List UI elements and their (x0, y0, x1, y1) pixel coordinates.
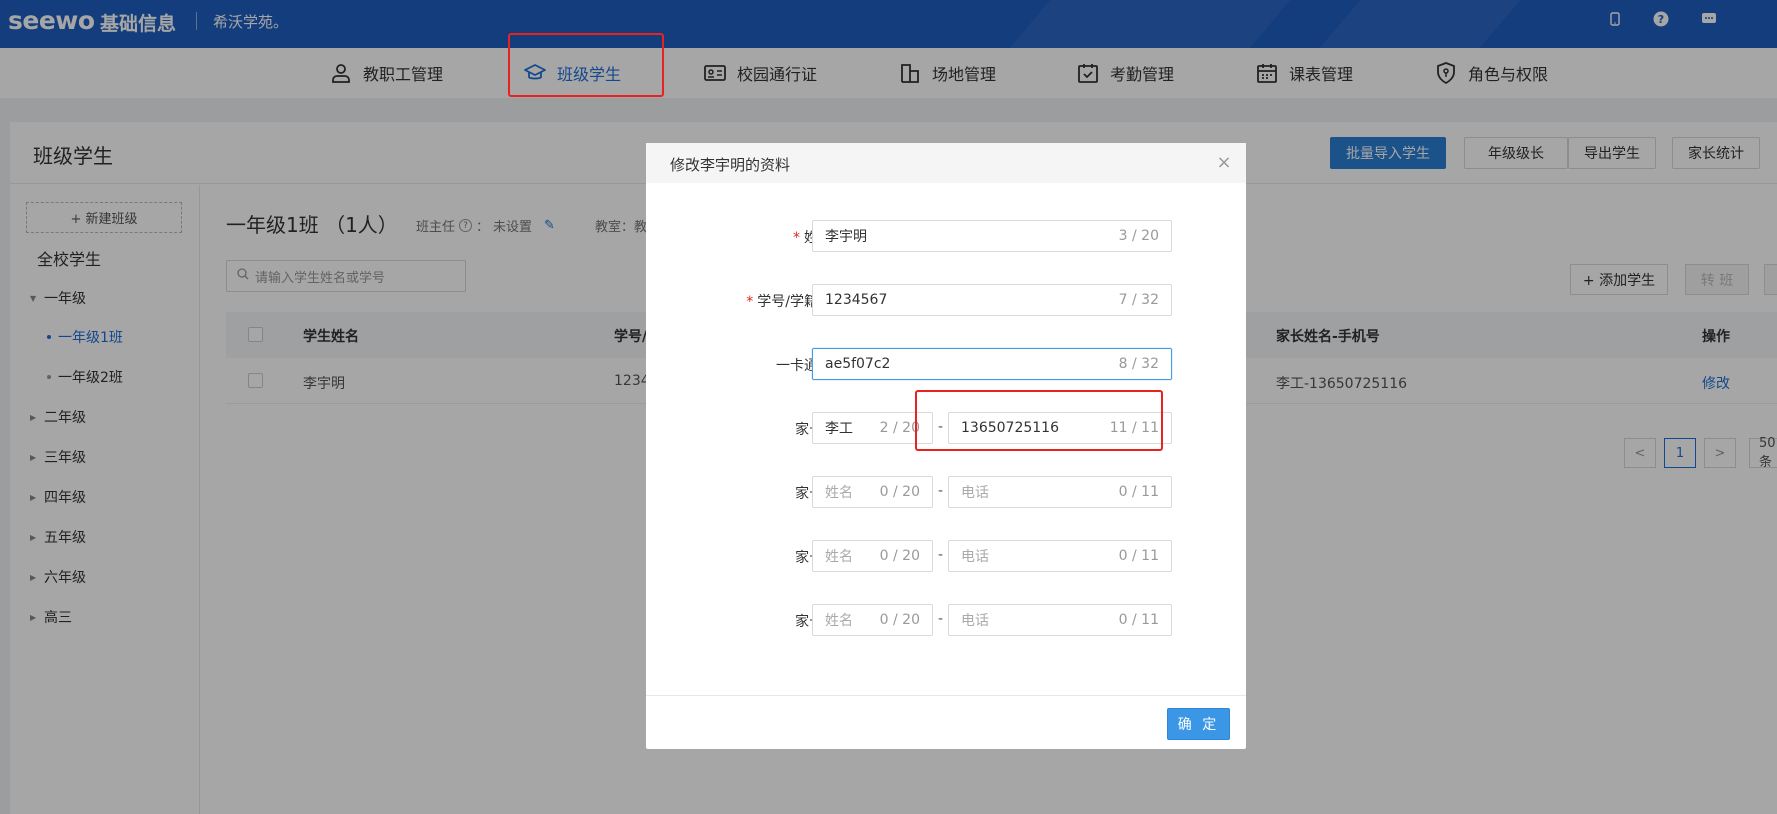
dialog-title: 修改李宇明的资料 (670, 156, 791, 174)
char-count: 0 / 11 (1118, 548, 1159, 564)
name-input[interactable]: 李宇明 3 / 20 (812, 220, 1172, 252)
input-value: 1234567 (825, 292, 888, 308)
parent-2-phone-input[interactable]: 电话 0 / 11 (948, 476, 1172, 508)
input-value: 李宇明 (825, 229, 867, 245)
required-mark: * (793, 230, 800, 246)
char-count: 7 / 32 (1118, 292, 1159, 308)
required-mark: * (746, 294, 754, 310)
separator: - (938, 483, 944, 499)
parent-2-name-input[interactable]: 姓名 0 / 20 (812, 476, 933, 508)
separator: - (938, 611, 944, 627)
parent-4-phone-input[interactable]: 电话 0 / 11 (948, 604, 1172, 636)
edit-student-dialog: 修改李宇明的资料 × *姓名： 李宇明 3 / 20 *学号/学籍号： 1234… (646, 143, 1246, 749)
input-placeholder: 姓名 (825, 613, 853, 629)
card-number-input[interactable]: ae5f07c2 8 / 32 (812, 348, 1172, 380)
input-placeholder: 电话 (961, 485, 989, 501)
char-count: 8 / 32 (1118, 356, 1159, 372)
close-icon[interactable]: × (1214, 152, 1234, 173)
input-placeholder: 电话 (961, 549, 989, 565)
char-count: 0 / 11 (1118, 484, 1159, 500)
parent-4-name-input[interactable]: 姓名 0 / 20 (812, 604, 933, 636)
input-placeholder: 电话 (961, 613, 989, 629)
char-count: 0 / 20 (879, 484, 920, 500)
char-count: 0 / 11 (1118, 612, 1159, 628)
char-count: 3 / 20 (1118, 228, 1159, 244)
parent-3-name-input[interactable]: 姓名 0 / 20 (812, 540, 933, 572)
char-count: 0 / 20 (879, 612, 920, 628)
char-count: 2 / 20 (879, 420, 920, 436)
input-value: 李工 (825, 421, 853, 437)
student-id-input[interactable]: 1234567 7 / 32 (812, 284, 1172, 316)
dialog-header: 修改李宇明的资料 × (646, 143, 1246, 183)
input-value: ae5f07c2 (825, 356, 891, 372)
highlight-box-phone (915, 390, 1163, 451)
highlight-box-nav (508, 33, 664, 97)
confirm-button[interactable]: 确 定 (1167, 708, 1230, 740)
input-placeholder: 姓名 (825, 549, 853, 565)
char-count: 0 / 20 (879, 548, 920, 564)
dialog-footer: 确 定 (646, 695, 1246, 749)
input-placeholder: 姓名 (825, 485, 853, 501)
separator: - (938, 547, 944, 563)
parent-3-phone-input[interactable]: 电话 0 / 11 (948, 540, 1172, 572)
